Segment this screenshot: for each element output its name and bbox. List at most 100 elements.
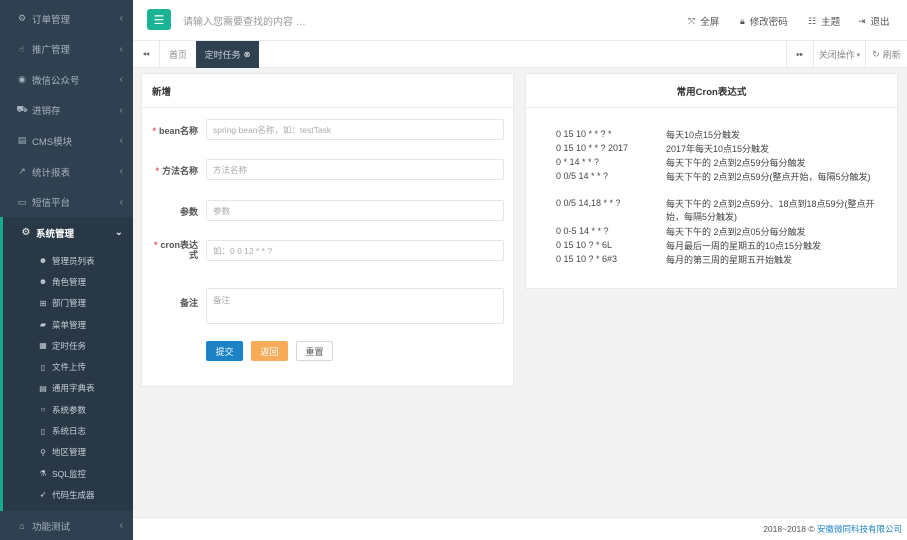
- book-icon: ▤: [39, 383, 47, 393]
- home-icon: ⌂: [19, 520, 25, 531]
- required-marker: *: [155, 166, 159, 176]
- rocket-icon: ➶: [39, 490, 47, 500]
- gear-icon: ⚙: [21, 227, 31, 238]
- monitor-icon: ▭: [17, 196, 27, 207]
- tab-bar: ⏪︎ 首页 定时任务 ⊗ ⏩︎ 关闭操作 ▾ ↻ 刷新: [133, 41, 907, 68]
- cron-panel-title: 常用Cron表达式: [526, 74, 897, 108]
- cron-description: 每天10点15分触发: [666, 130, 741, 140]
- chevron-left-icon: ‹: [119, 520, 123, 531]
- refresh-button[interactable]: ↻ 刷新: [865, 41, 907, 68]
- sidebar-subitem[interactable]: ▯ 系统日志: [3, 420, 133, 441]
- change-password-button[interactable]: 🔒︎ 修改密码: [740, 14, 788, 29]
- chevron-left-icon: ‹: [119, 74, 123, 86]
- cron-expression: 0 15 10 * * ? *: [556, 129, 612, 139]
- sidebar-subitem[interactable]: ▦ 定时任务: [3, 335, 133, 356]
- tab-scroll-right-button[interactable]: ⏩︎: [786, 41, 813, 68]
- sidebar-subitem-label: 文件上传: [52, 362, 87, 373]
- search-input[interactable]: 请输入您需要查找的内容 …: [183, 13, 306, 28]
- fullscreen-label: 全屏: [700, 17, 720, 28]
- reset-button[interactable]: 重置: [296, 341, 333, 361]
- file-icon: ▯: [40, 362, 46, 372]
- cron-description: 每天下午的 2点到2点05分每分触发: [666, 227, 806, 237]
- sidebar-subitem-label: 部门管理: [52, 298, 87, 309]
- sidebar-item-test[interactable]: ⌂ 功能测试 ‹: [0, 511, 133, 540]
- panel-title: 新增: [142, 74, 513, 108]
- back-button[interactable]: 返回: [251, 341, 288, 361]
- sidebar-item[interactable]: ⛟ 进销存 ‹: [0, 95, 133, 126]
- sidebar-item-label: 订单管理: [32, 14, 71, 26]
- sidebar-active-group: ⚙ 系统管理 ⌄ ☻ 管理员列表 ☻ 角色管理 ⊞ 部门管理 ▰ 菜单管理 ▦ 定时任务 ▯ 文件上传…: [0, 217, 133, 511]
- cron-description: 每天下午的 2点到2点59分、18点到18点59分(整点开始，每隔5分触发): [666, 199, 875, 222]
- sidebar-subitem[interactable]: ○ 系统参数: [3, 399, 133, 420]
- form-actions: 提交 返回 重置: [142, 341, 513, 361]
- sidebar-subitem[interactable]: ▯ 文件上传: [3, 356, 133, 377]
- backward-icon: ⏪︎: [142, 49, 150, 59]
- sidebar-subitem[interactable]: ⚲ 地区管理: [3, 442, 133, 463]
- company-link[interactable]: 安徽微同科技有限公司: [817, 524, 902, 534]
- sidebar-subitem[interactable]: ⊞ 部门管理: [3, 293, 133, 314]
- cron-panel-title-text: 常用Cron表达式: [676, 86, 747, 98]
- cron-expression: 0 0-5 14 * * ?: [556, 226, 609, 236]
- sidebar-subitem[interactable]: ➶ 代码生成器: [3, 484, 133, 505]
- close-tab-icon[interactable]: ⊗: [244, 50, 251, 59]
- truck-icon: ⛟: [16, 104, 28, 115]
- sidebar-item-label: 进销存: [32, 106, 61, 118]
- chevron-left-icon: ‹: [119, 13, 123, 24]
- theme-button[interactable]: ☷ 主题: [808, 14, 841, 29]
- sidebar-item[interactable]: ◉ 微信公众号 ‹: [0, 64, 133, 95]
- circle-icon: ○: [40, 405, 46, 415]
- cron-expression: 0 0/5 14 * * ?: [556, 171, 609, 181]
- sidebar-subitem[interactable]: ▤ 通用字典表: [3, 378, 133, 399]
- cron-expression: 0 * 14 * * ?: [556, 157, 600, 167]
- sidebar-subitem[interactable]: ☻ 角色管理: [3, 271, 133, 292]
- sidebar-item[interactable]: ▤ CMS模块 ‹: [0, 125, 133, 156]
- fullscreen-button[interactable]: ⤧ 全屏: [688, 14, 720, 29]
- remark-textarea[interactable]: 备注: [206, 288, 504, 324]
- flask-icon: ⚗: [39, 469, 47, 479]
- chart-icon: ↗: [18, 166, 26, 176]
- close-actions-dropdown[interactable]: 关闭操作 ▾: [813, 41, 865, 68]
- logout-label: 退出: [870, 17, 890, 28]
- method-label-text: 方法名称: [161, 166, 198, 176]
- bean-name-input[interactable]: spring bean名称，如：testTask: [206, 119, 504, 140]
- cron-description: 每月最后一周的星期五的10点15分触发: [666, 241, 822, 251]
- theme-label: 主题: [821, 17, 841, 28]
- sidebar-item[interactable]: ▭ 短信平台 ‹: [0, 187, 133, 218]
- sidebar-item-label: 微信公众号: [32, 75, 80, 87]
- forward-icon: ⏩︎: [796, 49, 804, 59]
- sidebar-item-label: 系统管理: [36, 228, 75, 240]
- sidebar-item-label: 功能测试: [32, 521, 71, 533]
- sidebar-subitem[interactable]: ▰ 菜单管理: [3, 314, 133, 335]
- sidebar-item[interactable]: ☝ 推广管理 ‹: [0, 34, 133, 65]
- cron-expression: 0 0/5 14,18 * * ?: [556, 198, 621, 208]
- chevron-left-icon: ‹: [119, 166, 123, 177]
- folder-icon: ▰: [39, 320, 47, 330]
- sidebar-subitem[interactable]: ⚗ SQL监控: [3, 463, 133, 484]
- tab-scroll-left-button[interactable]: ⏪︎: [133, 41, 160, 68]
- close-actions-label: 关闭操作: [818, 50, 855, 60]
- change-password-label: 修改密码: [749, 17, 788, 28]
- sidebar-subitem-label: SQL监控: [52, 468, 87, 479]
- method-name-input[interactable]: 方法名称: [206, 159, 504, 180]
- refresh-icon: ↻: [872, 49, 880, 59]
- calendar-icon: ▦: [39, 341, 47, 351]
- tab-label: 定时任务: [204, 50, 241, 60]
- logout-button[interactable]: ⇥ 退出: [858, 14, 890, 29]
- hand-icon: ☝: [19, 43, 25, 54]
- remark-label: 备注: [142, 296, 198, 309]
- sidebar-item-label: CMS模块: [32, 136, 73, 148]
- cron-expression-input[interactable]: 如：0 0 12 * * ?: [206, 240, 504, 261]
- submit-button[interactable]: 提交: [206, 341, 243, 361]
- tab-home[interactable]: 首页: [160, 41, 196, 68]
- sidebar-item[interactable]: ⚙ 订单管理 ‹: [0, 3, 133, 34]
- cron-expression: 0 15 10 ? * 6#3: [556, 254, 618, 264]
- sidebar-item[interactable]: ↗ 统计报表 ‹: [0, 156, 133, 187]
- sidebar-subitem[interactable]: ☻ 管理员列表: [3, 250, 133, 271]
- sidebar-item-system[interactable]: ⚙ 系统管理 ⌄: [3, 217, 133, 248]
- sidebar-subitem-label: 地区管理: [52, 447, 87, 458]
- menu-toggle-button[interactable]: ☰: [147, 9, 171, 30]
- tab-scheduled-tasks[interactable]: 定时任务 ⊗: [196, 41, 259, 68]
- params-input[interactable]: 参数: [206, 200, 504, 221]
- cron-label-text: cron表达: [160, 240, 198, 250]
- cron-expression: 0 15 10 * * ? 2017: [556, 143, 629, 153]
